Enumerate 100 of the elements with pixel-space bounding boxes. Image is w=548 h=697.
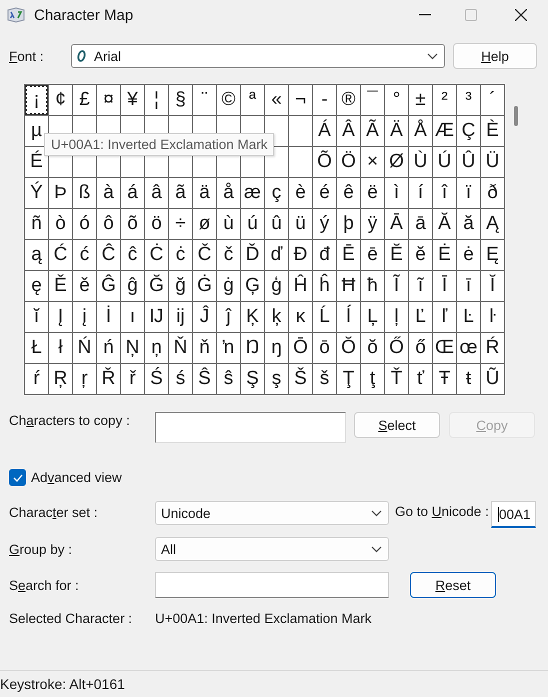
character-cell[interactable]: å	[217, 178, 240, 208]
character-cell[interactable]: ¬	[289, 85, 312, 115]
character-cell[interactable]: ý	[313, 209, 336, 239]
character-cell[interactable]: ¦	[145, 85, 168, 115]
character-cell[interactable]: ţ	[361, 364, 384, 394]
character-cell[interactable]: ï	[457, 178, 480, 208]
character-cell[interactable]: ŋ	[265, 333, 288, 363]
character-cell[interactable]: µ	[25, 116, 48, 146]
character-cell[interactable]: ù	[217, 209, 240, 239]
character-cell[interactable]: Õ	[313, 147, 336, 177]
character-cell[interactable]: ļ	[385, 302, 408, 332]
character-cell[interactable]: ®	[337, 85, 360, 115]
character-cell[interactable]: ©	[217, 85, 240, 115]
character-cell[interactable]: í	[409, 178, 432, 208]
character-cell[interactable]: š	[313, 364, 336, 394]
character-cell[interactable]: ĳ	[169, 302, 192, 332]
character-cell[interactable]: đ	[313, 240, 336, 270]
character-cell[interactable]: ň	[193, 333, 216, 363]
search-field[interactable]	[155, 572, 389, 598]
character-cell[interactable]: ¯	[361, 85, 384, 115]
character-cell[interactable]: ř	[121, 364, 144, 394]
character-cell[interactable]: Ĥ	[289, 271, 312, 301]
group-by-dropdown[interactable]: All	[155, 537, 389, 561]
character-cell[interactable]: ń	[97, 333, 120, 363]
character-cell[interactable]: ³	[457, 85, 480, 115]
character-cell[interactable]: ņ	[145, 333, 168, 363]
character-cell[interactable]: Ŧ	[433, 364, 456, 394]
character-cell[interactable]: þ	[337, 209, 360, 239]
character-cell[interactable]	[289, 147, 312, 177]
character-cell[interactable]: Å	[409, 116, 432, 146]
character-cell[interactable]: á	[121, 178, 144, 208]
character-cell[interactable]: Ė	[433, 240, 456, 270]
help-button[interactable]: Help	[453, 43, 537, 69]
character-cell[interactable]: ĉ	[121, 240, 144, 270]
character-cell[interactable]: Ņ	[121, 333, 144, 363]
character-cell[interactable]: ĸ	[289, 302, 312, 332]
character-cell[interactable]: Ĭ	[481, 271, 504, 301]
character-cell[interactable]: Á	[313, 116, 336, 146]
character-cell[interactable]: ĺ	[337, 302, 360, 332]
character-cell[interactable]: Ù	[409, 147, 432, 177]
character-cell[interactable]: ķ	[265, 302, 288, 332]
character-cell[interactable]: Û	[457, 147, 480, 177]
character-cell[interactable]: ×	[361, 147, 384, 177]
character-cell[interactable]: ğ	[169, 271, 192, 301]
character-cell[interactable]: Æ	[433, 116, 456, 146]
character-cell[interactable]: ¨	[193, 85, 216, 115]
character-cell[interactable]: Ģ	[241, 271, 264, 301]
character-cell[interactable]: ÿ	[361, 209, 384, 239]
character-cell[interactable]: Ķ	[241, 302, 264, 332]
character-cell[interactable]: ş	[265, 364, 288, 394]
character-cell[interactable]: Ň	[169, 333, 192, 363]
character-cell[interactable]: Œ	[433, 333, 456, 363]
character-cell[interactable]: Ō	[289, 333, 312, 363]
character-cell[interactable]: Ĕ	[385, 240, 408, 270]
character-cell[interactable]: Ŝ	[193, 364, 216, 394]
character-cell[interactable]: ã	[169, 178, 192, 208]
character-cell[interactable]: ģ	[265, 271, 288, 301]
character-cell[interactable]: ą	[25, 240, 48, 270]
character-cell[interactable]: î	[433, 178, 456, 208]
character-cell[interactable]: ē	[361, 240, 384, 270]
character-cell[interactable]: ö	[145, 209, 168, 239]
character-cell[interactable]: Ř	[97, 364, 120, 394]
character-cell[interactable]: ò	[49, 209, 72, 239]
character-cell[interactable]: Â	[337, 116, 360, 146]
character-cell[interactable]: Ĵ	[193, 302, 216, 332]
advanced-view-checkbox[interactable]	[9, 469, 26, 486]
character-cell[interactable]: ĝ	[121, 271, 144, 301]
character-cell[interactable]: ŏ	[361, 333, 384, 363]
character-cell[interactable]: ċ	[169, 240, 192, 270]
character-cell[interactable]: Ť	[385, 364, 408, 394]
character-cell[interactable]: Ä	[385, 116, 408, 146]
character-cell[interactable]: Ċ	[145, 240, 168, 270]
character-cell[interactable]: Ŏ	[337, 333, 360, 363]
character-cell[interactable]: ª	[241, 85, 264, 115]
character-cell[interactable]: ı	[121, 302, 144, 332]
reset-button[interactable]: Reset	[410, 572, 496, 598]
character-cell[interactable]: ¥	[121, 85, 144, 115]
characters-to-copy-field[interactable]	[155, 412, 346, 443]
character-cell[interactable]: Ħ	[337, 271, 360, 301]
character-cell[interactable]: æ	[241, 178, 264, 208]
character-cell[interactable]: Į	[49, 302, 72, 332]
character-cell[interactable]: -	[313, 85, 336, 115]
character-cell[interactable]: ġ	[217, 271, 240, 301]
character-cell[interactable]: į	[73, 302, 96, 332]
character-set-dropdown[interactable]: Unicode	[155, 501, 389, 525]
character-cell[interactable]	[289, 116, 312, 146]
character-cell[interactable]: õ	[121, 209, 144, 239]
character-cell[interactable]: Ö	[337, 147, 360, 177]
character-cell[interactable]: ŝ	[217, 364, 240, 394]
character-cell[interactable]: Ĉ	[97, 240, 120, 270]
character-cell[interactable]: ú	[241, 209, 264, 239]
character-cell[interactable]: ł	[49, 333, 72, 363]
character-cell[interactable]: ŀ	[481, 302, 504, 332]
character-cell[interactable]: Ý	[25, 178, 48, 208]
character-cell[interactable]: ÷	[169, 209, 192, 239]
character-cell[interactable]: °	[385, 85, 408, 115]
character-cell[interactable]: ō	[313, 333, 336, 363]
character-cell[interactable]: Ţ	[337, 364, 360, 394]
character-cell[interactable]: É	[25, 147, 48, 177]
character-cell[interactable]: ŕ	[25, 364, 48, 394]
